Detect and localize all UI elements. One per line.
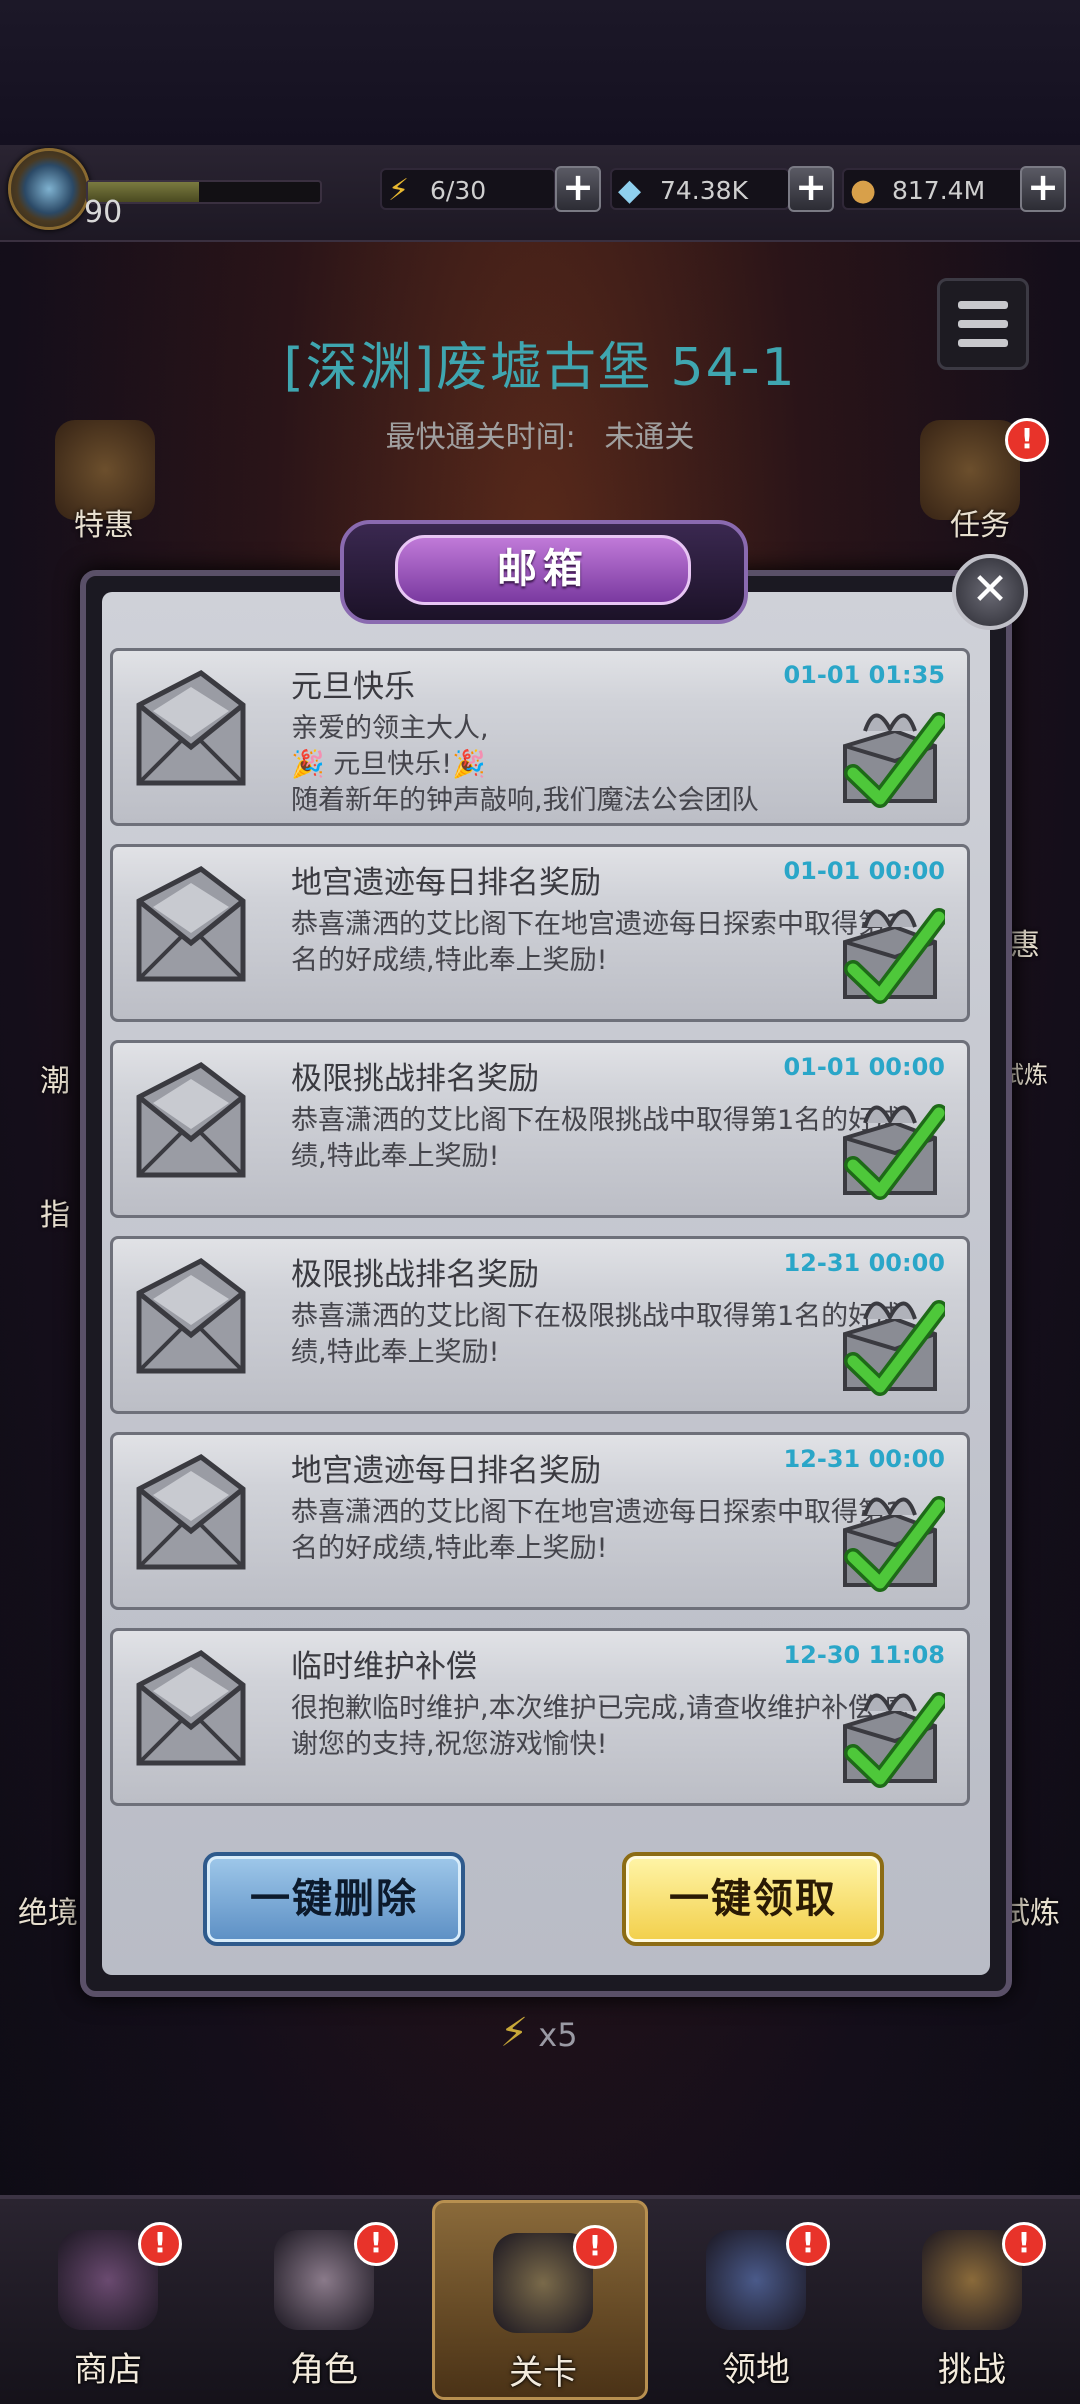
lightning-icon: ⚡ (388, 173, 410, 208)
add-energy-button[interactable]: + (555, 166, 601, 212)
nav-challenge[interactable]: 挑战! (864, 2200, 1080, 2400)
special-offer-label: 特惠 (74, 508, 134, 543)
claimed-check-icon (835, 1475, 948, 1595)
mail-title: 临时维护补偿 (291, 1649, 477, 1685)
mail-body: 恭喜潇洒的艾比阁下在极限挑战中取得第1名的好成绩,特此奉上奖励! (291, 1105, 903, 1172)
mail-body: 亲爱的领主大人, 🎉 元旦快乐!🎉 随着新年的钟声敲响,我们魔法公会团队 (291, 713, 759, 816)
lightning-icon: ⚡ (500, 2010, 529, 2056)
nav-label: 关卡 (509, 2353, 577, 2393)
nav-shop[interactable]: 商店! (0, 2200, 216, 2400)
claim-all-button[interactable]: 一键领取 (622, 1852, 884, 1946)
side-left-label-3: 指 (40, 1198, 70, 1233)
mail-title: 极限挑战排名奖励 (291, 1061, 539, 1097)
claimed-check-icon (835, 887, 948, 1007)
gold-counter: ● 817.4M (842, 168, 1042, 210)
nav-label: 商店 (74, 2350, 142, 2390)
claimed-check-icon (835, 1671, 948, 1791)
quest-alert-badge: ! (1005, 418, 1049, 462)
envelope-icon (131, 1449, 251, 1579)
delete-all-button[interactable]: 一键删除 (203, 1852, 465, 1946)
player-level-emblem[interactable] (8, 148, 90, 230)
fastest-clear-time: 最快通关时间: 未通关 (0, 412, 1080, 456)
side-left-label-2: 潮 (40, 1064, 70, 1099)
fastest-label: 最快通关时间: (385, 420, 576, 455)
close-button[interactable]: ✕ (952, 554, 1028, 630)
mail-item[interactable]: 地宫遗迹每日排名奖励 12-31 00:00 恭喜潇洒的艾比阁下在地宫遗迹每日探索中… (110, 1432, 970, 1610)
nav-territory[interactable]: 领地! (648, 2200, 864, 2400)
crystal-icon: ◆ (618, 173, 642, 208)
gold-value: 817.4M (892, 176, 986, 205)
energy-multiplier: ⚡ x5 (500, 2010, 578, 2056)
nav-label: 领地 (722, 2350, 790, 2390)
envelope-icon (131, 1645, 251, 1775)
mail-title: 地宫遗迹每日排名奖励 (291, 1453, 601, 1489)
alert-badge: ! (138, 2222, 182, 2266)
fastest-value: 未通关 (604, 420, 695, 455)
mail-item[interactable]: 极限挑战排名奖励 01-01 00:00 恭喜潇洒的艾比阁下在极限挑战中取得第1名的… (110, 1040, 970, 1218)
envelope-icon (131, 1253, 251, 1383)
nav-label: 角色 (290, 2350, 358, 2390)
side-left-label-4: 绝境 (18, 1896, 78, 1931)
coin-icon: ● (850, 173, 877, 208)
menu-line-icon (958, 301, 1008, 309)
claimed-check-icon (835, 1083, 948, 1203)
claimed-check-icon (835, 1279, 948, 1399)
nav-character[interactable]: 角色! (216, 2200, 432, 2400)
energy-counter: ⚡ 6/30 (380, 168, 556, 210)
mail-date: 01-01 01:35 (783, 661, 945, 689)
alert-badge: ! (354, 2222, 398, 2266)
alert-badge: ! (573, 2225, 617, 2269)
add-gems-button[interactable]: + (788, 166, 834, 212)
mailbox-title: 邮箱 (395, 535, 691, 605)
energy-multiplier-value: x5 (538, 2016, 578, 2054)
claimed-check-icon (835, 691, 948, 811)
player-level: 90 (84, 195, 123, 230)
nav-label: 挑战 (938, 2350, 1006, 2390)
side-right-label-2: 惠 (1010, 928, 1040, 963)
mail-item[interactable]: 元旦快乐 01-01 01:35 亲爱的领主大人, 🎉 元旦快乐!🎉 随着新年的钟声… (110, 648, 970, 826)
mail-item[interactable]: 地宫遗迹每日排名奖励 01-01 00:00 恭喜潇洒的艾比阁下在地宫遗迹每日探索中… (110, 844, 970, 1022)
alert-badge: ! (786, 2222, 830, 2266)
mail-title: 地宫遗迹每日排名奖励 (291, 865, 601, 901)
envelope-icon (131, 665, 251, 795)
mail-date: 01-01 00:00 (783, 857, 945, 885)
nav-stage[interactable]: 关卡! (432, 2200, 648, 2400)
envelope-icon (131, 861, 251, 991)
mail-date: 12-30 11:08 (783, 1641, 945, 1669)
envelope-icon (131, 1057, 251, 1187)
gem-counter: ◆ 74.38K (610, 168, 790, 210)
mail-item[interactable]: 极限挑战排名奖励 12-31 00:00 恭喜潇洒的艾比阁下在极限挑战中取得第1名的… (110, 1236, 970, 1414)
mail-body: 恭喜潇洒的艾比阁下在极限挑战中取得第1名的好成绩,特此奉上奖励! (291, 1301, 903, 1368)
stage-title: [深渊]废墟古堡 54-1 (283, 338, 797, 398)
status-bar-area (0, 0, 1080, 145)
mail-date: 12-31 00:00 (783, 1249, 945, 1277)
alert-badge: ! (1002, 2222, 1046, 2266)
mail-date: 01-01 00:00 (783, 1053, 945, 1081)
mail-body: 恭喜潇洒的艾比阁下在地宫遗迹每日探索中取得第1名的好成绩,特此奉上奖励! (291, 1497, 903, 1564)
mail-item[interactable]: 临时维护补偿 12-30 11:08 很抱歉临时维护,本次维护已完成,请查收维护补偿… (110, 1628, 970, 1806)
mail-body: 很抱歉临时维护,本次维护已完成,请查收维护补偿,感谢您的支持,祝您游戏愉快! (291, 1693, 911, 1760)
add-gold-button[interactable]: + (1020, 166, 1066, 212)
mail-body: 恭喜潇洒的艾比阁下在地宫遗迹每日探索中取得第1名的好成绩,特此奉上奖励! (291, 909, 903, 976)
mail-title: 元旦快乐 (291, 669, 415, 705)
energy-value: 6/30 (430, 176, 487, 205)
quest-label: 任务 (950, 508, 1010, 543)
mail-date: 12-31 00:00 (783, 1445, 945, 1473)
mail-title: 极限挑战排名奖励 (291, 1257, 539, 1293)
gem-value: 74.38K (660, 176, 748, 205)
